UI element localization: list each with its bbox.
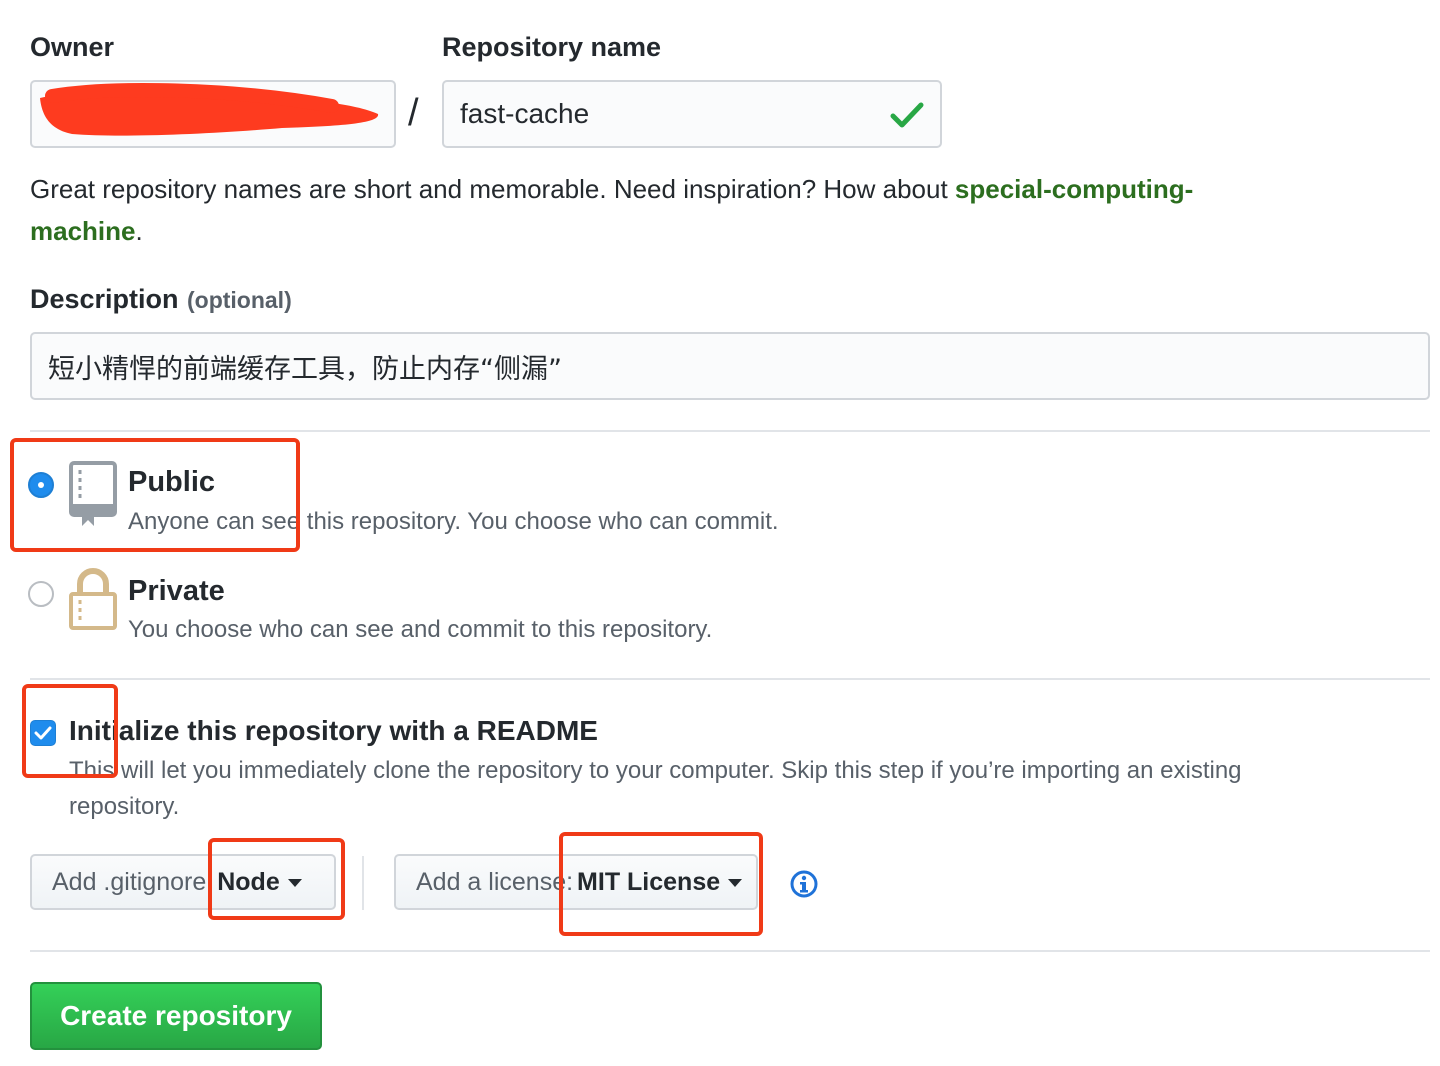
readme-title: Initialize this repository with a README — [69, 715, 598, 746]
gitignore-select[interactable]: Add .gitignore: Node — [30, 854, 336, 910]
divider — [30, 950, 1430, 952]
description-label-row: Description (optional) — [30, 284, 292, 315]
gitignore-prefix: Add .gitignore: — [52, 867, 214, 896]
owner-select[interactable] — [30, 80, 396, 148]
readme-description: This will let you immediately clone the … — [69, 753, 1419, 825]
name-suggestion: Great repository names are short and mem… — [30, 168, 1410, 252]
repo-name-label: Repository name — [442, 32, 662, 62]
repo-book-icon — [68, 460, 120, 533]
private-radio[interactable] — [28, 581, 54, 607]
divider — [30, 430, 1430, 432]
private-title: Private — [128, 575, 225, 607]
license-value: MIT License — [577, 867, 721, 896]
public-description: Anyone can see this repository. You choo… — [128, 508, 779, 535]
description-input[interactable]: 短小精悍的前端缓存工具，防止内存“侧漏” — [30, 332, 1430, 400]
license-prefix: Add a license: — [416, 867, 574, 896]
owner-redaction — [40, 83, 379, 136]
suggestion-text: Great repository names are short and mem… — [30, 174, 955, 204]
optional-tag: (optional) — [186, 287, 292, 313]
owner-repo-separator: / — [408, 92, 419, 134]
suggestion-link-cont[interactable]: machine — [30, 216, 136, 246]
caret-down-icon — [287, 879, 302, 887]
create-repository-button[interactable]: Create repository — [30, 982, 322, 1050]
suggestion-link[interactable]: special-computing- — [955, 174, 1193, 204]
suggestion-end: . — [135, 216, 143, 246]
readme-checkbox[interactable] — [30, 720, 56, 746]
license-select[interactable]: Add a license: MIT License — [394, 854, 758, 910]
info-icon[interactable] — [790, 870, 818, 903]
repo-name-value: fast-cache — [460, 98, 590, 129]
owner-label: Owner — [30, 32, 115, 62]
button-separator — [362, 856, 364, 910]
divider — [30, 678, 1430, 680]
lock-icon — [68, 568, 120, 637]
check-icon — [890, 100, 924, 135]
description-value: 短小精悍的前端缓存工具，防止内存“侧漏” — [48, 353, 562, 385]
gitignore-value: Node — [217, 867, 280, 896]
public-title: Public — [128, 466, 216, 498]
checkmark-icon — [34, 726, 52, 740]
public-radio[interactable] — [28, 472, 54, 498]
readme-description-line: This will let you immediately clone the … — [69, 757, 1242, 784]
description-label: Description — [30, 284, 179, 314]
readme-description-line: repository. — [69, 793, 180, 820]
private-description: You choose who can see and commit to thi… — [128, 616, 713, 643]
caret-down-icon — [728, 879, 743, 887]
repo-name-input[interactable]: fast-cache — [442, 80, 942, 148]
